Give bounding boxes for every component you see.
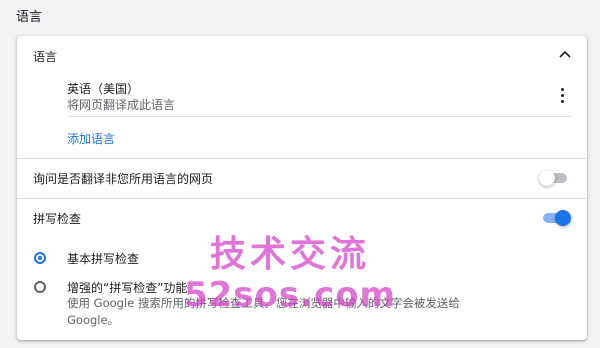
- add-language-link[interactable]: 添加语言: [67, 130, 115, 147]
- basic-spellcheck-label: 基本拼写检查: [67, 252, 140, 266]
- translate-offer-row[interactable]: 询问是否翻译非您所用语言的网页: [17, 158, 587, 198]
- page-section-title: 语言: [16, 10, 43, 25]
- languages-header-label: 语言: [33, 50, 58, 64]
- enhanced-spellcheck-description: 使用 Google 搜索所用的拼写检查工具。您在浏览器中输入的文字会被发送给 G…: [67, 296, 460, 327]
- language-description: 将网页翻译成此语言: [67, 98, 176, 112]
- language-name: 英语（美国）: [67, 82, 140, 96]
- translate-offer-label: 询问是否翻译非您所用语言的网页: [33, 172, 214, 186]
- language-settings-card: 语言 英语（美国） 将网页翻译成此语言 添加语言 询问是否翻译非您所用语言的网页…: [17, 36, 587, 340]
- language-list-divider: [67, 116, 571, 117]
- languages-expand-row[interactable]: 语言: [17, 36, 587, 74]
- spell-check-toggle[interactable]: [541, 210, 571, 226]
- spell-check-label: 拼写检查: [33, 212, 82, 226]
- translate-offer-toggle[interactable]: [539, 170, 569, 186]
- spell-check-row[interactable]: 拼写检查: [17, 198, 587, 238]
- enhanced-spellcheck-label: 增强的“拼写检查”功能: [67, 281, 188, 295]
- enhanced-spellcheck-radio[interactable]: [34, 281, 46, 293]
- basic-spellcheck-radio[interactable]: [34, 252, 46, 264]
- chevron-up-icon[interactable]: [557, 46, 573, 62]
- more-options-icon[interactable]: [557, 86, 567, 104]
